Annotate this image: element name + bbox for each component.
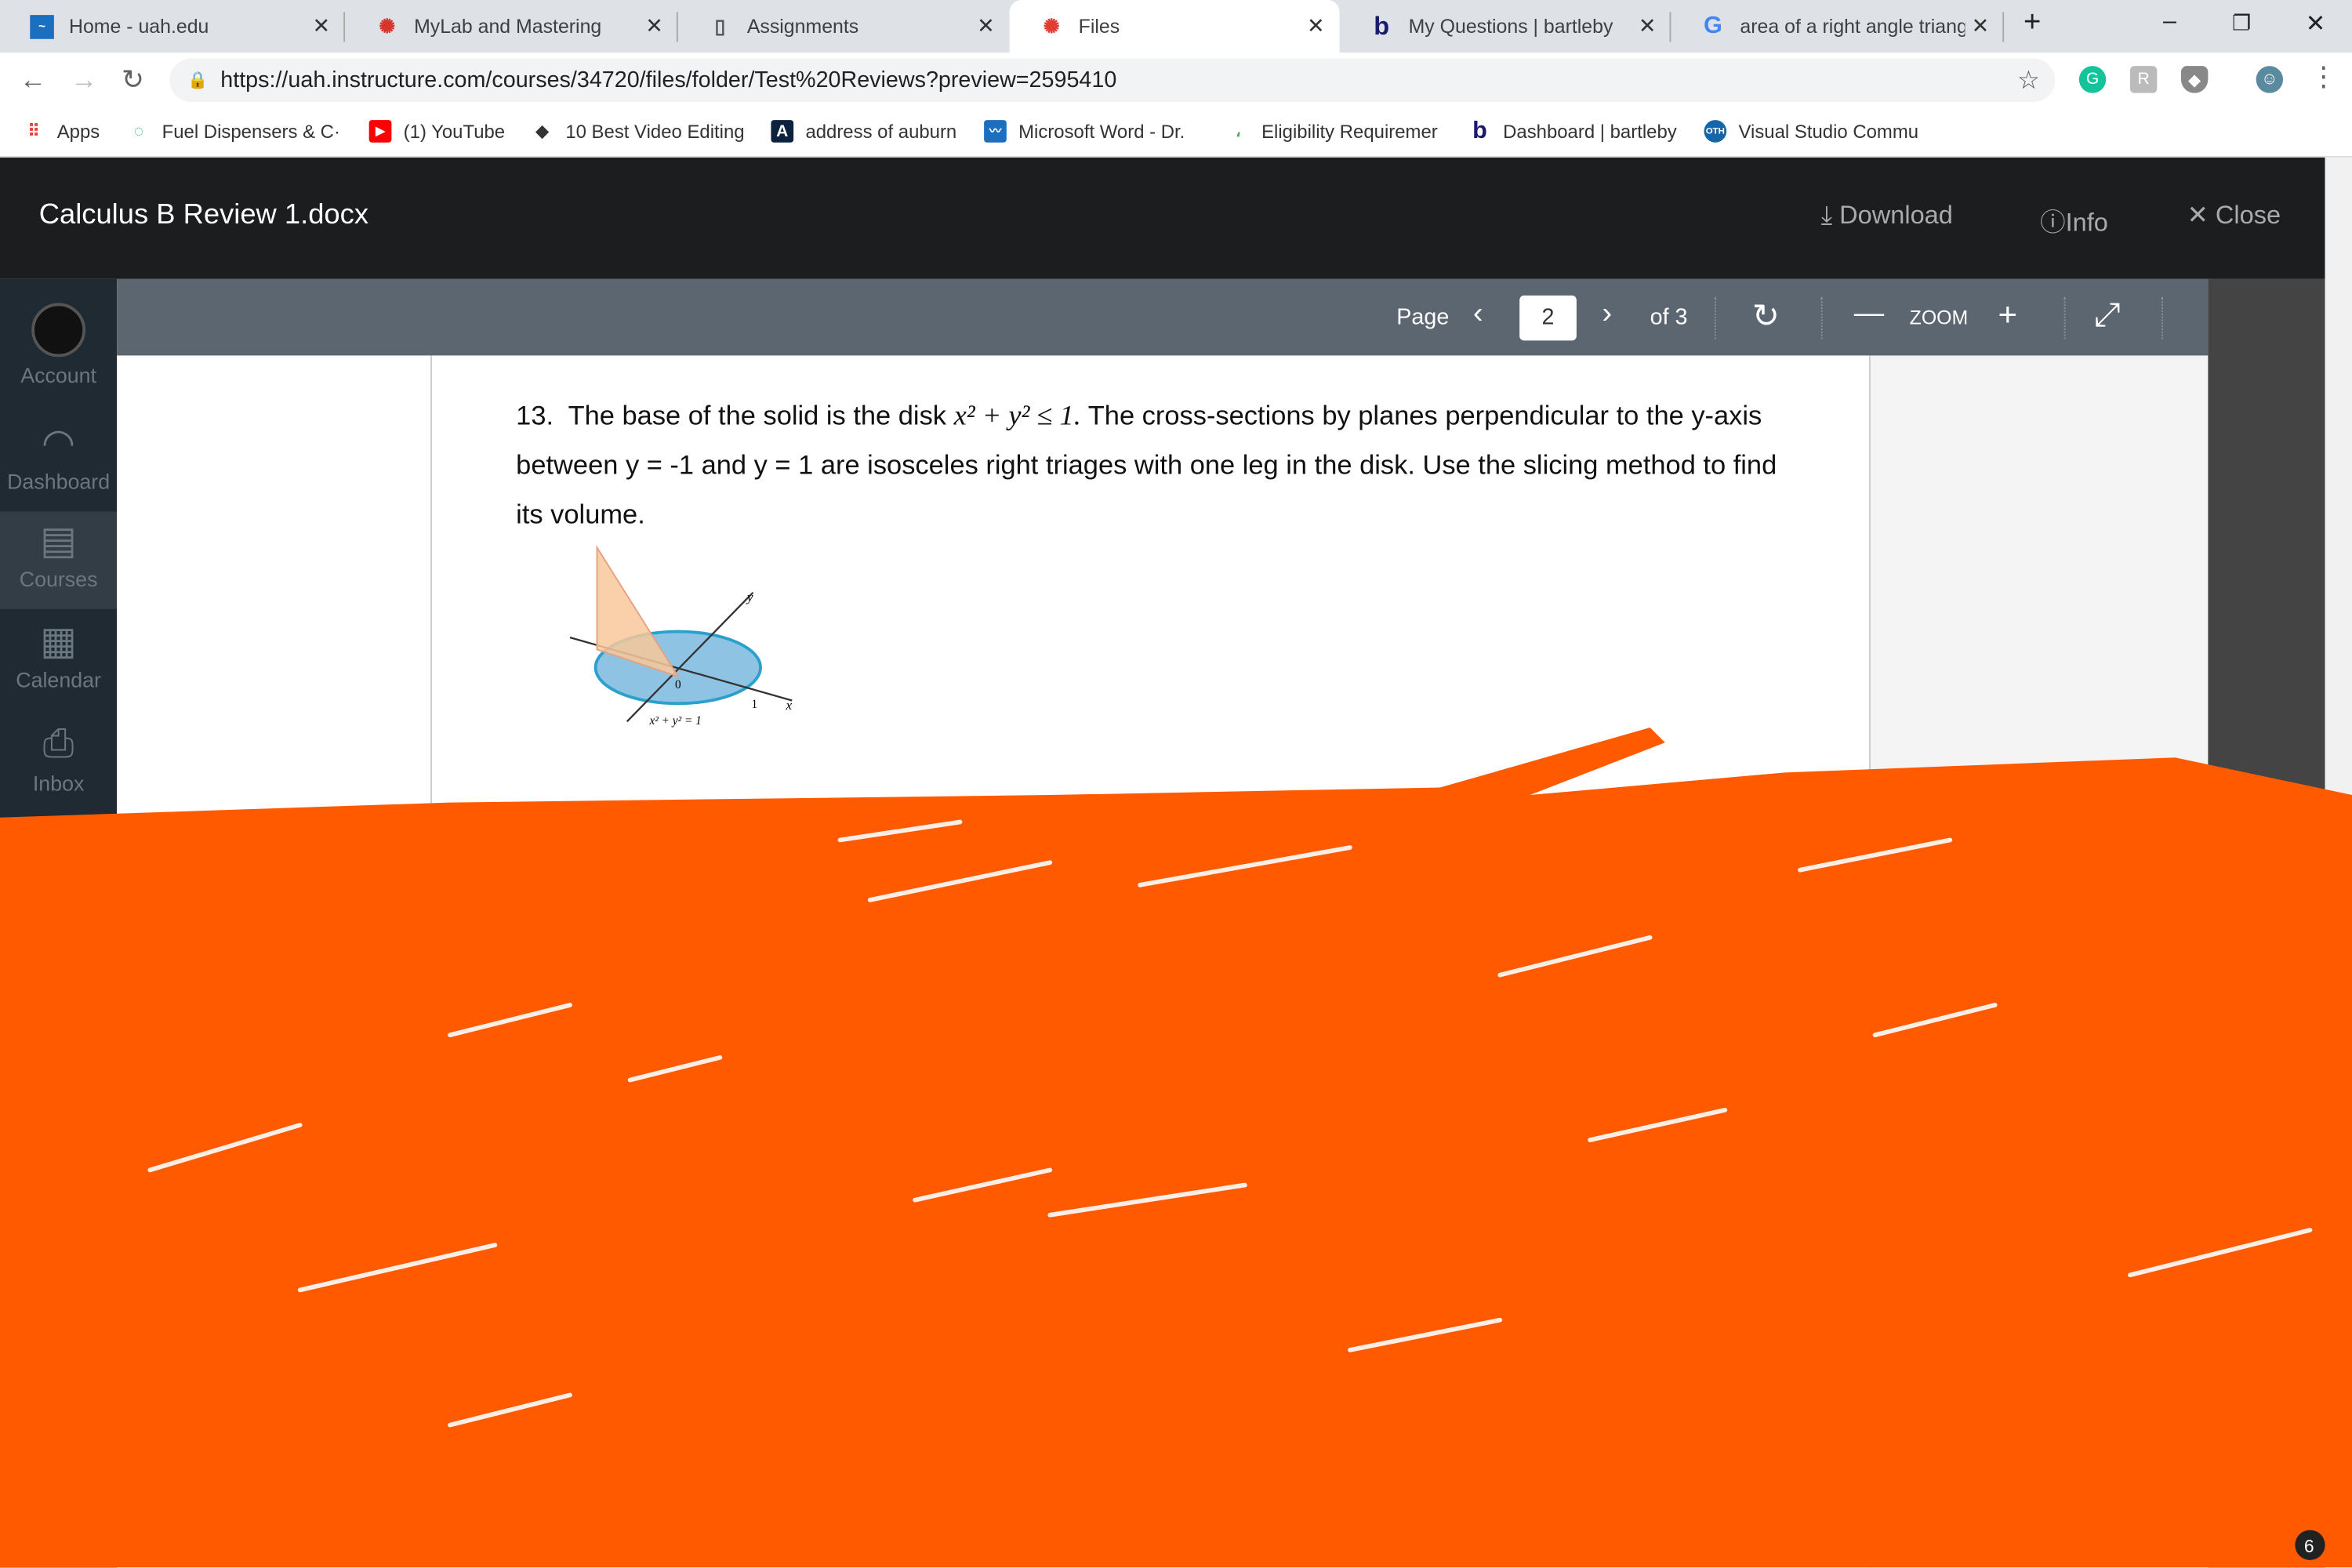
fullscreen-icon[interactable]: ⤢: [2094, 296, 2121, 335]
close-icon: ✕: [2187, 201, 2209, 230]
inbox-icon: ⎙: [42, 720, 74, 765]
minimize-button[interactable]: –: [2163, 9, 2176, 35]
close-tab-icon[interactable]: ✕: [977, 13, 994, 39]
video-icon: ◆: [535, 122, 549, 141]
new-tab-button[interactable]: +: [2024, 6, 2041, 41]
prev-page-button[interactable]: ‹: [1473, 297, 1483, 332]
bookmark-word[interactable]: 〰 Microsoft Word - Dr.: [984, 120, 1185, 143]
page-number-input[interactable]: [1519, 295, 1577, 341]
forward-icon[interactable]: →: [71, 64, 97, 96]
grammarly-icon[interactable]: G: [2078, 66, 2107, 93]
bookmark-visual-studio[interactable]: OTH Visual Studio Commu: [1704, 120, 1918, 143]
sidebar-item-account[interactable]: Account: [0, 303, 117, 387]
url-input[interactable]: 🔒 https://uah.instructure.com/courses/347…: [169, 58, 2056, 103]
tab-bar: ~ Home - uah.edu ✕ ✺ MyLab and Mastering ✕ ▯…: [0, 0, 2352, 53]
restore-button[interactable]: ❐: [2232, 10, 2251, 36]
canvas-app: Account ◠ Dashboard ▤ Courses ▦ Calendar ⎙ I…: [0, 157, 2352, 1568]
book-icon: ▤: [40, 517, 78, 563]
close-window-button[interactable]: ✕: [2306, 9, 2326, 38]
info-button[interactable]: ⓘInfo: [2040, 201, 2108, 238]
bookmark-youtube[interactable]: ▶ (1) YouTube: [368, 120, 505, 143]
bookmark-star-icon[interactable]: ☆: [2017, 65, 2040, 95]
bookmark-eligibility[interactable]: ، Eligibility Requiremer: [1227, 120, 1438, 143]
page-count: of 3: [1650, 304, 1688, 330]
axis-label-y: y: [746, 590, 753, 604]
tab-files[interactable]: ✺ Files ✕: [1009, 0, 1340, 53]
lock-icon: 🔒: [187, 71, 209, 90]
extension-icon[interactable]: R: [2129, 66, 2158, 93]
sidebar-item-inbox[interactable]: ⎙ Inbox: [0, 720, 117, 795]
bookmark-fuel[interactable]: ◌ Fuel Dispensers & C·: [128, 120, 340, 143]
tab-google[interactable]: Garea of a right angle triangl ✕: [1671, 0, 2005, 53]
origin-label: 0: [675, 678, 681, 691]
global-nav: Account ◠ Dashboard ▤ Courses ▦ Calendar ⎙ I…: [0, 278, 118, 1568]
download-icon: ⤓: [1820, 201, 1833, 230]
sidebar-item-calendar[interactable]: ▦ Calendar: [0, 618, 117, 691]
pearson-icon: ✺: [379, 14, 396, 37]
question-13: 13. The base of the solid is the disk x²…: [516, 400, 1777, 530]
leaf-icon: ،: [1236, 122, 1241, 141]
rotate-icon[interactable]: ↻: [1752, 297, 1780, 336]
fuel-icon: ◌: [133, 122, 144, 140]
uah-icon: ~: [30, 14, 54, 38]
viewer-header: Calculus B Review 1.docx ⤓ Download ⓘInf…: [0, 157, 2325, 279]
menu-icon[interactable]: ⋮: [2310, 61, 2336, 93]
zoom-out-button[interactable]: —: [1854, 297, 1884, 332]
zoom-label: ZOOM: [1909, 306, 1969, 329]
close-tab-icon[interactable]: ✕: [1307, 13, 1324, 39]
equation-label: x² + y² = 1: [648, 714, 701, 728]
zoom-in-button[interactable]: +: [1998, 296, 2018, 335]
info-icon: ⓘ: [2040, 208, 2066, 238]
sidebar-item-dashboard[interactable]: ◠ Dashboard: [0, 420, 117, 494]
doc-toolbar: Page ‹ › of 3 ↻ — ZOOM + ⤢: [117, 278, 2209, 356]
tab-assignments[interactable]: ▯ Assignments ✕: [678, 0, 1010, 53]
google-icon: G: [1704, 13, 1722, 38]
document-page: 13. The base of the solid is the disk x²…: [430, 355, 1871, 1568]
document-icon: ▯: [714, 14, 726, 37]
bookmark-apps[interactable]: ⠿ Apps: [23, 120, 100, 143]
next-page-button[interactable]: ›: [1602, 297, 1612, 332]
solid-figure: y x 0 1 x² + y² = 1: [569, 545, 793, 728]
close-tab-icon[interactable]: ✕: [312, 13, 329, 39]
address-bar-row: ← → ↻ 🔒 https://uah.instructure.com/cours…: [0, 52, 2352, 108]
bookmark-video-editing[interactable]: ◆ 10 Best Video Editing: [531, 120, 745, 143]
calendar-icon: ▦: [40, 618, 78, 663]
reload-icon[interactable]: ↻: [122, 64, 144, 96]
close-button[interactable]: ✕ Close: [2187, 201, 2281, 230]
bookmark-auburn[interactable]: Aaddress of auburn: [771, 120, 956, 143]
bookmark-bartleby[interactable]: b Dashboard | bartleby: [1468, 118, 1677, 143]
right-panel: [2208, 278, 2325, 1568]
axis-label-x: x: [786, 698, 793, 713]
oth-icon: OTH: [1704, 120, 1727, 143]
tick-label-1: 1: [752, 698, 758, 711]
sidebar-item-courses[interactable]: ▤ Courses: [0, 511, 118, 609]
youtube-icon: ▶: [368, 120, 392, 143]
tab-home[interactable]: ~ Home - uah.edu ✕: [0, 0, 346, 53]
auburn-icon: A: [771, 120, 794, 143]
scrollbar[interactable]: [2325, 157, 2352, 1568]
bartleby-icon: b: [1374, 11, 1390, 40]
close-tab-icon[interactable]: ✕: [1639, 13, 1656, 39]
avatar-icon: [31, 303, 86, 358]
page-label: Page: [1396, 304, 1450, 330]
back-icon[interactable]: ←: [20, 64, 46, 96]
close-tab-icon[interactable]: ✕: [1972, 13, 1989, 39]
apps-grid-icon: ⠿: [27, 122, 40, 141]
shield-icon[interactable]: ◆: [2180, 66, 2209, 93]
tab-bartleby[interactable]: b My Questions | bartleby ✕: [1340, 0, 1671, 53]
dashboard-icon: ◠: [41, 419, 76, 466]
bookmarks-bar: ⠿ Apps ◌ Fuel Dispensers & C· ▶ (1) YouTube…: [0, 107, 2352, 158]
word-icon: 〰: [984, 120, 1007, 143]
tab-mylab[interactable]: ✺ MyLab and Mastering ✕: [345, 0, 678, 53]
profile-avatar[interactable]: ☺: [2256, 66, 2284, 93]
close-tab-icon[interactable]: ✕: [645, 13, 662, 39]
bartleby-icon: b: [1472, 118, 1487, 143]
download-button[interactable]: ⤓ Download: [1821, 201, 1953, 230]
file-title: Calculus B Review 1.docx: [38, 199, 369, 231]
canvas-icon: ✺: [1043, 14, 1060, 37]
